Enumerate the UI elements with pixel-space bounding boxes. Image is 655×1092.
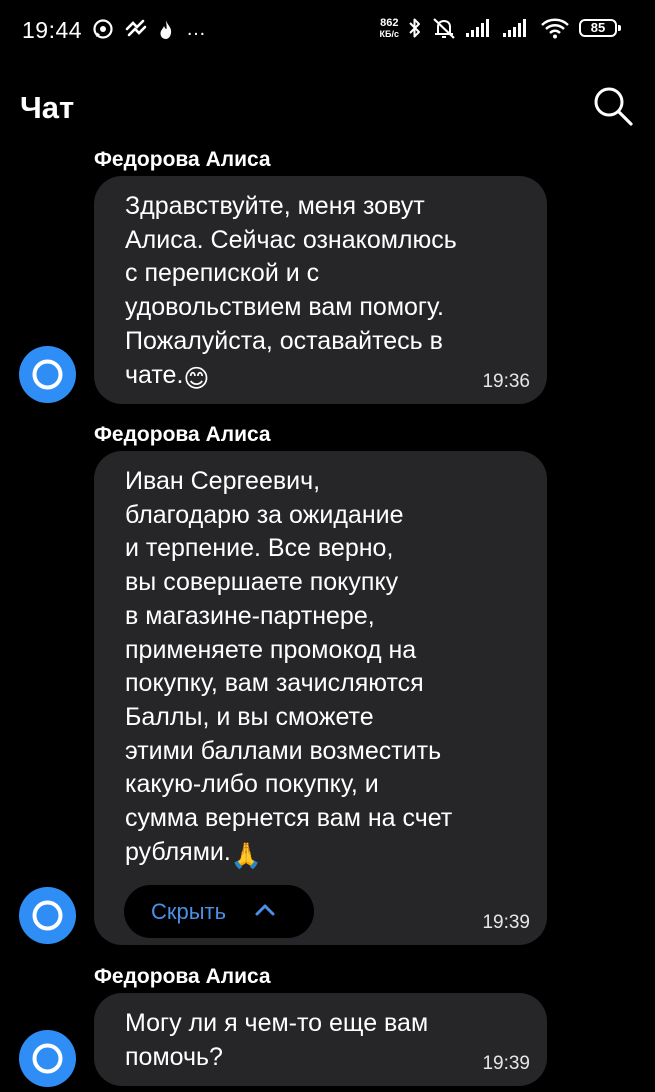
search-button[interactable] [591,84,635,128]
whatsapp-icon [93,19,113,39]
smile-emoji-icon: 😊 [183,364,210,393]
collapse-button[interactable]: Скрыть [124,885,314,938]
system-icons: 862 КБ/с 85 [379,16,621,40]
chat-header: Чат [0,72,655,142]
message-text: Иван Сергеевич, благодарю за ожидание и … [125,465,525,873]
signal-icon [503,19,526,37]
message-text: Здравствуйте, меня зовут Алиса. Сейчас о… [125,190,525,396]
network-speed: 862 КБ/с [379,16,399,39]
avatar[interactable] [19,1030,76,1087]
pray-emoji-icon: 🙏 [230,841,262,870]
mute-icon [433,18,455,39]
avatar[interactable] [19,887,76,944]
bank-logo-icon [32,900,63,931]
page-title: Чат [20,90,75,125]
message-bubble[interactable]: Здравствуйте, меня зовут Алиса. Сейчас о… [94,176,547,404]
message-sender: Федорова Алиса [94,423,271,446]
bank-logo-icon [32,1043,63,1074]
battery-icon: 85 [579,19,621,37]
status-time: 19:44 [22,17,83,43]
message-bubble[interactable]: Иван Сергеевич, благодарю за ожидание и … [94,451,547,945]
flame-icon [160,20,172,39]
message-time: 19:36 [482,371,530,392]
chevron-up-icon [255,904,275,916]
message-time: 19:39 [482,1053,530,1074]
bank-logo-icon [32,359,63,390]
message-sender: Федорова Алиса [94,965,271,988]
tiktok-icon [125,19,147,37]
search-icon [594,87,633,126]
bluetooth-icon [409,18,420,38]
message-bubble[interactable]: Могу ли я чем-то еще вам помочь? 19:39 [94,993,547,1086]
message-sender: Федорова Алиса [94,148,271,171]
wifi-icon [541,18,569,39]
avatar[interactable] [19,346,76,403]
message-text: Могу ли я чем-то еще вам помочь? [125,1009,429,1071]
more-notifications: … [186,18,206,40]
notification-icons: … [92,18,206,40]
collapse-label: Скрыть [151,899,227,924]
message-time: 19:39 [482,912,530,933]
status-bar: 19:44 … 862 КБ/с 85 [0,0,655,64]
signal-icon [466,19,489,37]
